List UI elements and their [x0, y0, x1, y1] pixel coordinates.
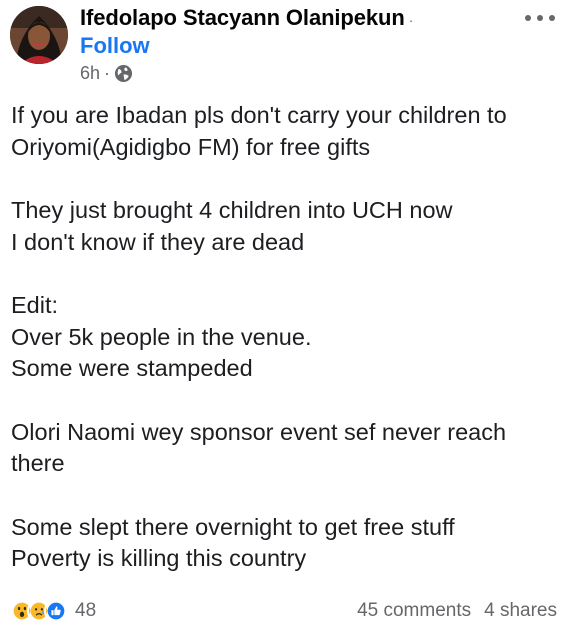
post-time[interactable]: 6h [80, 63, 100, 84]
post-line: Over 5k people in the venue. [11, 323, 312, 350]
time-separator: · [104, 63, 111, 83]
engagement-counts: 45 comments 4 shares [357, 600, 557, 622]
post-paragraph: They just brought 4 children into UCH no… [11, 195, 556, 258]
post-line: Oriyomi(Agidigbo FM) for free gifts [11, 133, 371, 160]
post-line: Some were stampeded [11, 355, 253, 381]
like-reaction-icon [44, 599, 68, 623]
more-options-button[interactable] [525, 8, 555, 28]
more-horizontal-icon-dot [525, 15, 531, 21]
post-paragraph: Some slept there overnight to get free s… [11, 512, 556, 575]
reaction-count: 48 [75, 600, 97, 621]
post-footer: 48 45 comments 4 shares [10, 597, 557, 625]
post-line: there [11, 450, 65, 476]
follow-button[interactable]: Follow [80, 33, 150, 59]
comments-count[interactable]: 45 comments [357, 600, 471, 622]
post-line: Edit: [11, 292, 59, 318]
more-horizontal-icon-dot [537, 15, 543, 21]
author-separator: · [408, 12, 414, 28]
author-name[interactable]: Ifedolapo Stacyann Olanipekun [80, 5, 405, 31]
post-line: Poverty is killing this country [11, 545, 307, 571]
shares-count[interactable]: 4 shares [484, 600, 557, 622]
reactions-summary[interactable]: 48 [10, 599, 96, 623]
profile-photo [10, 6, 68, 64]
post-paragraph: If you are Ibadan pls don't carry your c… [11, 100, 556, 163]
post-line: Some slept there overnight to get free s… [11, 513, 455, 540]
post-line: They just brought 4 children into UCH no… [11, 197, 453, 223]
facebook-post: Ifedolapo Stacyann Olanipekun · Follow 6… [0, 0, 569, 640]
globe-icon[interactable] [114, 64, 133, 83]
post-line: I don't know if they are dead [11, 228, 305, 255]
post-line: If you are Ibadan pls don't carry your c… [11, 102, 507, 128]
post-meta: 6h · [80, 63, 133, 84]
author-line: Ifedolapo Stacyann Olanipekun · [80, 4, 413, 32]
reaction-icons [10, 599, 68, 623]
more-horizontal-icon-dot [549, 15, 555, 21]
avatar[interactable] [10, 6, 68, 64]
post-paragraph: Edit: Over 5k people in the venue. Some … [11, 290, 556, 385]
post-paragraph: Olori Naomi wey sponsor event sef never … [11, 417, 556, 480]
post-text: If you are Ibadan pls don't carry your c… [11, 100, 556, 607]
post-line: Olori Naomi wey sponsor event sef never … [11, 418, 507, 445]
